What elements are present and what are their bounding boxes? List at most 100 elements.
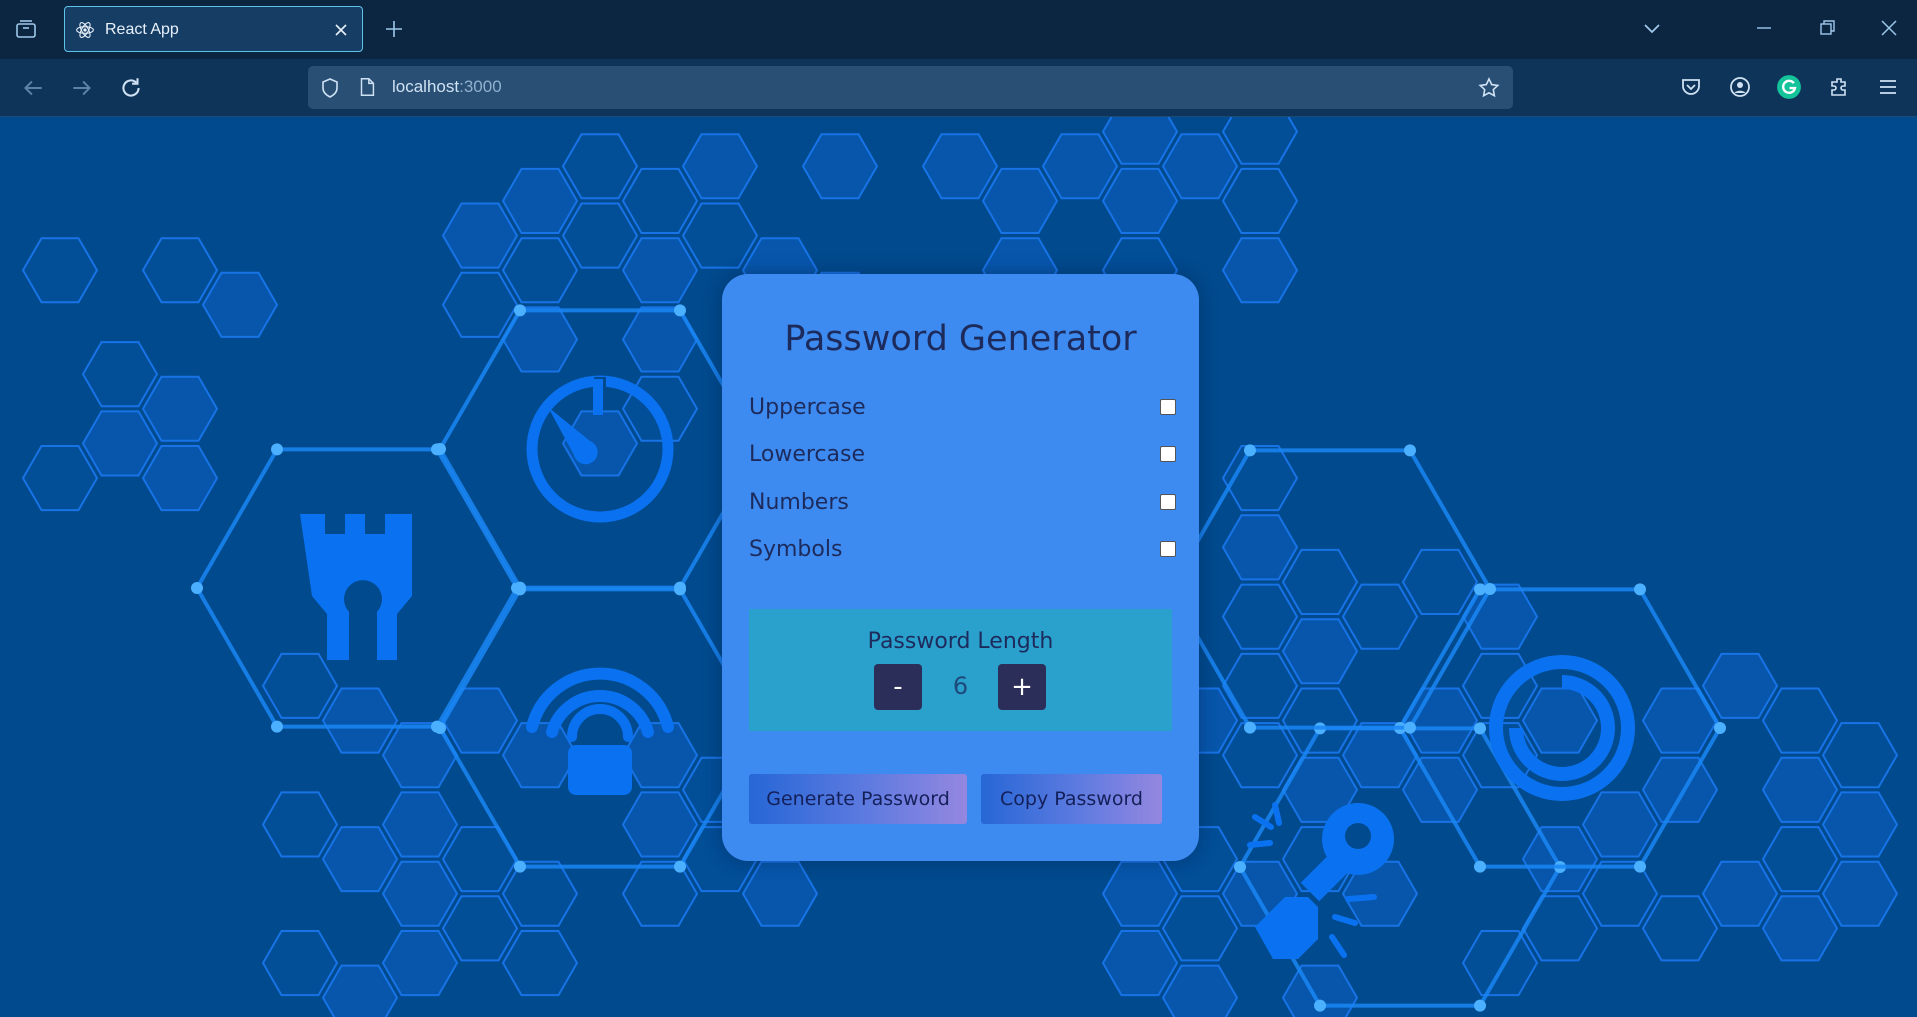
account-icon[interactable] <box>1728 75 1752 99</box>
hex-node <box>674 860 686 873</box>
hex-cell <box>1521 826 1599 893</box>
hex-cell <box>1761 895 1839 962</box>
hex-cell <box>441 826 519 893</box>
hex-cell <box>1101 860 1179 927</box>
hex-cell <box>1821 722 1899 789</box>
hex-cell <box>141 237 219 304</box>
hex-cell <box>1101 117 1179 165</box>
option-lowercase: Lowercase <box>749 438 1179 472</box>
fortress-icon <box>300 514 412 660</box>
window-close-icon[interactable] <box>1877 16 1901 40</box>
react-icon <box>76 22 94 38</box>
hex-node <box>1314 999 1326 1012</box>
hex-cell <box>1161 895 1239 962</box>
password-length-panel: Password Length - 6 + <box>749 609 1172 731</box>
hex-node <box>674 304 686 317</box>
page-content: Password Generator Uppercase Lowercase N… <box>0 117 1917 1017</box>
pocket-icon[interactable] <box>1679 75 1703 99</box>
hex-cell <box>501 237 579 304</box>
hex-cell <box>561 133 639 200</box>
hex-node <box>1474 860 1486 873</box>
hex-cell <box>21 237 99 304</box>
hex-cell <box>621 167 699 234</box>
hex-cell <box>1761 687 1839 754</box>
minimize-icon[interactable] <box>1752 16 1776 40</box>
hex-cell <box>1641 756 1719 823</box>
hex-node <box>514 304 526 317</box>
hex-node <box>271 443 283 456</box>
hex-cell <box>141 445 219 512</box>
extensions-icon[interactable] <box>1827 75 1851 99</box>
hex-cell <box>141 375 219 442</box>
password-length-value: 6 <box>952 672 969 700</box>
uppercase-checkbox[interactable] <box>1160 399 1176 415</box>
option-symbols: Symbols <box>749 533 1179 567</box>
hex-cell <box>321 826 399 893</box>
chevron-down-icon[interactable] <box>1640 16 1664 40</box>
option-label: Numbers <box>749 490 849 515</box>
menu-icon[interactable] <box>1876 75 1900 99</box>
hex-cell <box>1161 964 1239 1017</box>
hex-cell <box>1221 167 1299 234</box>
close-icon[interactable] <box>330 19 352 41</box>
hex-cell <box>621 722 699 789</box>
tab-overview-icon[interactable] <box>14 17 38 41</box>
hex-node <box>1404 721 1416 734</box>
reload-icon[interactable] <box>118 75 144 101</box>
hex-cell <box>1341 722 1419 789</box>
grammarly-icon[interactable] <box>1776 74 1802 100</box>
hex-cell <box>381 722 459 789</box>
hex-node <box>514 583 526 596</box>
hex-cell <box>1461 930 1539 997</box>
hex-cell <box>1221 722 1299 789</box>
hex-cell <box>621 237 699 304</box>
generate-password-button[interactable]: Generate Password <box>749 774 967 824</box>
plus-icon[interactable] <box>382 17 406 41</box>
hex-node <box>434 443 446 455</box>
hex-cell <box>1701 652 1779 719</box>
hex-cell <box>1281 687 1359 754</box>
hex-cell <box>81 341 159 408</box>
hex-cell <box>261 930 339 997</box>
hex-cell <box>621 791 699 858</box>
url-port: :3000 <box>459 77 502 96</box>
lowercase-checkbox[interactable] <box>1160 446 1176 462</box>
hex-cell <box>1821 791 1899 858</box>
copy-password-button[interactable]: Copy Password <box>981 774 1162 824</box>
hex-cell <box>381 930 459 997</box>
browser-tab-bar: React App <box>0 0 1917 59</box>
hex-cell <box>1221 652 1299 719</box>
hex-cell <box>921 133 999 200</box>
forward-arrow-icon[interactable] <box>69 75 95 101</box>
symbols-checkbox[interactable] <box>1160 541 1176 557</box>
hex-node <box>1474 999 1486 1012</box>
hex-cell <box>441 202 519 269</box>
hex-cell <box>261 652 339 719</box>
hex-cell <box>681 133 759 200</box>
hex-cell <box>441 895 519 962</box>
hex-node <box>1244 444 1256 457</box>
star-icon[interactable] <box>1477 76 1501 100</box>
option-uppercase: Uppercase <box>749 391 1179 425</box>
hex-cell <box>681 202 759 269</box>
hex-frame <box>194 447 520 729</box>
page-title: Password Generator <box>784 319 1137 359</box>
increment-button[interactable]: + <box>998 664 1046 710</box>
hex-node <box>674 583 686 596</box>
tab-title: React App <box>105 21 179 38</box>
hex-cell <box>1281 548 1359 615</box>
hex-cell <box>1101 930 1179 997</box>
hex-node <box>1474 722 1486 735</box>
hex-cell <box>381 860 459 927</box>
shield-icon[interactable] <box>318 76 342 100</box>
hex-cell <box>1521 687 1599 754</box>
url-bar[interactable]: localhost:3000 <box>308 66 1513 109</box>
wifi-lock-icon <box>526 667 674 742</box>
numbers-checkbox[interactable] <box>1160 494 1176 510</box>
hex-cell <box>1161 133 1239 200</box>
tab-react-app[interactable]: React App <box>64 6 363 52</box>
restore-icon[interactable] <box>1815 16 1839 40</box>
option-label: Lowercase <box>749 442 865 467</box>
back-arrow-icon[interactable] <box>20 75 46 101</box>
hex-node <box>1484 583 1496 595</box>
